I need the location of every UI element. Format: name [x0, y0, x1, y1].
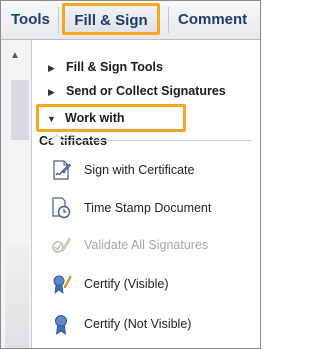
item-label: Validate All Signatures [84, 238, 209, 252]
tab-comment[interactable]: Comment [178, 1, 247, 39]
certify-not-visible-item[interactable]: Certify (Not Visible) [50, 310, 250, 338]
tab-fill-and-sign[interactable]: Fill & Sign [62, 3, 160, 35]
item-label: Sign with Certificate [84, 163, 195, 177]
item-label: Certify (Visible) [84, 277, 169, 291]
section-work-with-certificates[interactable]: ▼ Work with Certificates [36, 104, 186, 148]
expanded-triangle-icon: ▼ [47, 114, 56, 124]
validate-all-signatures-item: Validate All Signatures [50, 231, 250, 259]
sidebar-thumbnail [11, 80, 29, 140]
item-label: Certify (Not Visible) [84, 317, 192, 331]
scroll-up-arrow-icon[interactable]: ▲ [10, 50, 20, 61]
acrobat-panel-window: Tools Fill & Sign Comment ▲ ▶ Fill & Sign… [0, 0, 261, 349]
certify-not-visible-icon [50, 313, 72, 335]
collapsed-triangle-icon: ▶ [48, 63, 55, 73]
tab-tools[interactable]: Tools [11, 1, 50, 39]
section-divider [42, 140, 252, 141]
section-label: Send or Collect Signatures [66, 84, 226, 98]
validate-signatures-icon [50, 234, 72, 256]
time-stamp-document-item[interactable]: Time Stamp Document [50, 194, 250, 222]
certify-visible-item[interactable]: Certify (Visible) [50, 270, 250, 298]
fill-sign-panel: ▶ Fill & Sign Tools ▶ Send or Collect Sign… [32, 40, 260, 348]
section-send-collect-signatures[interactable]: ▶ Send or Collect Signatures [32, 80, 226, 102]
tab-bar: Tools Fill & Sign Comment [1, 1, 260, 40]
time-stamp-icon [50, 197, 72, 219]
tab-separator [168, 7, 169, 33]
item-label: Time Stamp Document [84, 201, 212, 215]
sidebar-page-preview [5, 245, 29, 348]
tab-separator [58, 7, 59, 33]
certify-visible-icon [50, 273, 72, 295]
section-fill-sign-tools[interactable]: ▶ Fill & Sign Tools [32, 56, 163, 78]
section-label: Fill & Sign Tools [66, 60, 163, 74]
sign-certificate-icon [50, 159, 72, 181]
sign-with-certificate-item[interactable]: Sign with Certificate [50, 156, 250, 184]
collapsed-triangle-icon: ▶ [48, 87, 55, 97]
left-sidebar: ▲ [1, 40, 32, 348]
